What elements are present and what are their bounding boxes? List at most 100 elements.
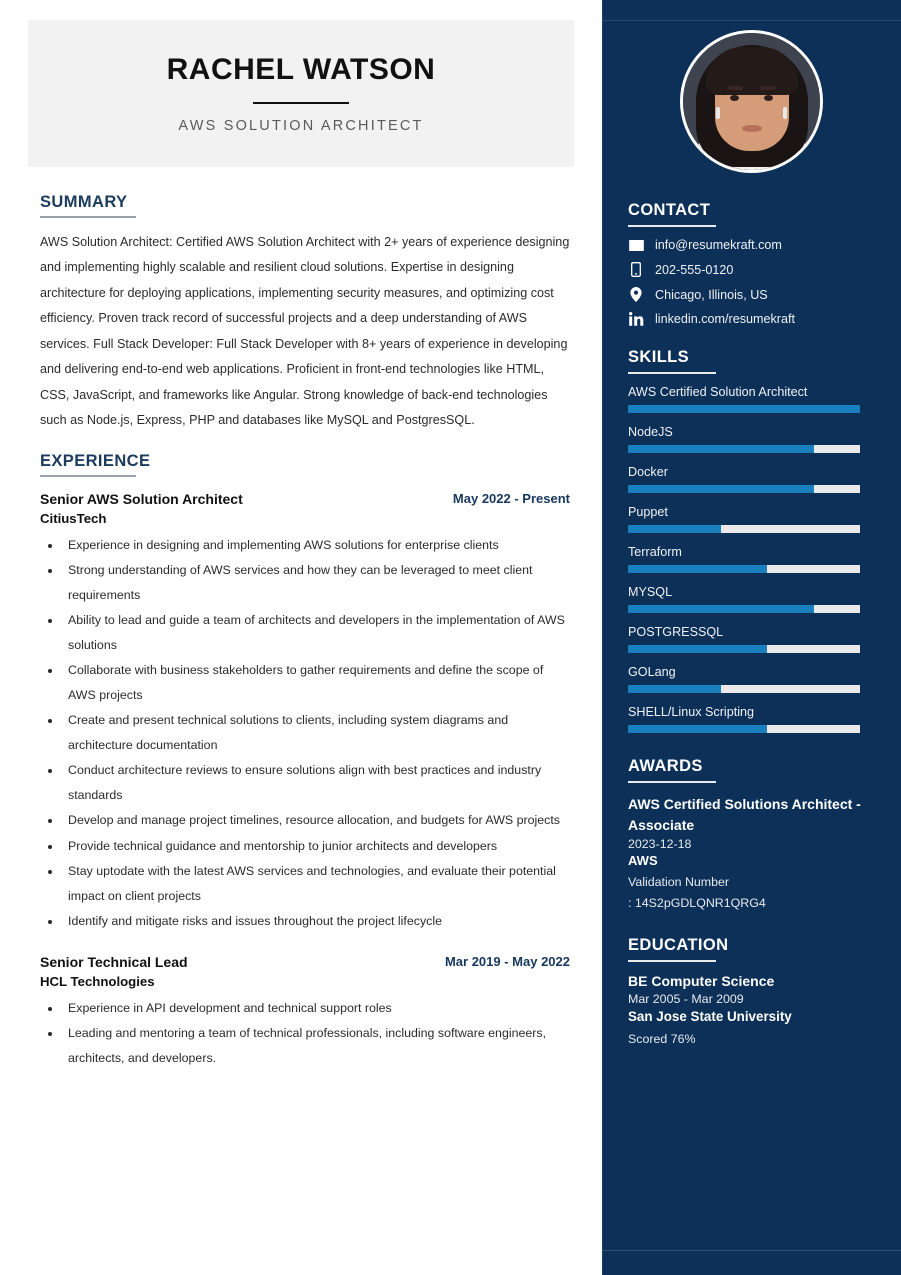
experience-bullets: Experience in designing and implementing…: [62, 533, 570, 934]
skill-item: Docker: [628, 465, 875, 493]
skill-item: SHELL/Linux Scripting: [628, 705, 875, 733]
skill-level-bar: [628, 565, 860, 573]
contact-item[interactable]: 202-555-0120: [628, 262, 875, 277]
skills-heading: SKILLS: [628, 348, 690, 366]
skill-level-fill: [628, 405, 860, 413]
contact-item[interactable]: info@resumekraft.com: [628, 238, 875, 252]
skill-level-fill: [628, 565, 768, 573]
skill-level-fill: [628, 645, 768, 653]
skills-section: SKILLS AWS Certified Solution Architect N…: [628, 348, 875, 733]
award-date: 2023-12-18: [628, 837, 692, 852]
skill-item: POSTGRESSQL: [628, 625, 875, 653]
experience-item-titles: Senior Technical Lead HCL Technologies: [40, 952, 188, 991]
experience-company: CitiusTech: [40, 510, 107, 526]
sidebar-left-edge-line: [602, 0, 603, 1275]
summary-text: AWS Solution Architect: Certified AWS So…: [40, 235, 570, 428]
education-degree: BE Computer Science: [628, 973, 775, 990]
skills-heading-underline: [628, 372, 716, 374]
contact-heading-underline: [628, 225, 716, 227]
awards-heading: AWARDS: [628, 757, 703, 775]
skill-name: POSTGRESSQL: [628, 625, 724, 639]
skill-item: MYSQL: [628, 585, 875, 613]
skill-name: SHELL/Linux Scripting: [628, 705, 755, 719]
skill-level-bar: [628, 405, 860, 413]
name-divider: [253, 102, 349, 104]
summary-section: SUMMARY AWS Solution Architect: Certifie…: [40, 193, 570, 434]
avatar: [680, 30, 823, 173]
contact-heading: CONTACT: [628, 201, 711, 219]
contact-value: linkedin.com/resumekraft: [655, 312, 795, 326]
contact-item[interactable]: linkedin.com/resumekraft: [628, 312, 875, 326]
experience-bullet: Conduct architecture reviews to ensure s…: [62, 758, 570, 808]
experience-heading-underline: [40, 474, 136, 477]
sidebar-content: CONTACT info@resumekraft.com 202-555-0120…: [602, 201, 901, 1046]
skill-level-bar: [628, 485, 860, 493]
sidebar-bottom-divider: [602, 1250, 901, 1251]
award-validation-label: Validation Number: [628, 875, 730, 890]
experience-item: Senior AWS Solution Architect CitiusTech M…: [40, 489, 570, 934]
skill-name: GOLang: [628, 665, 676, 679]
contact-section: CONTACT info@resumekraft.com 202-555-0120…: [628, 201, 875, 326]
experience-bullet: Provide technical guidance and mentorshi…: [62, 834, 570, 859]
education-heading: EDUCATION: [628, 936, 729, 955]
experience-heading: EXPERIENCE: [40, 451, 151, 470]
profile-photo-wrapper: [602, 0, 901, 173]
contact-value: info@resumekraft.com: [655, 238, 782, 252]
experience-bullet: Experience in API development and techni…: [62, 996, 570, 1021]
skill-item: AWS Certified Solution Architect: [628, 385, 875, 413]
main-content: SUMMARY AWS Solution Architect: Certifie…: [0, 167, 602, 1071]
experience-list: Senior AWS Solution Architect CitiusTech M…: [40, 489, 570, 1072]
skill-level-fill: [628, 725, 768, 733]
education-score: Scored 76%: [628, 1032, 696, 1047]
skill-name: MYSQL: [628, 585, 673, 599]
experience-bullet: Experience in designing and implementing…: [62, 533, 570, 558]
contact-item[interactable]: Chicago, Illinois, US: [628, 287, 875, 302]
skill-level-bar: [628, 645, 860, 653]
contact-value: 202-555-0120: [655, 262, 734, 277]
experience-bullet: Stay uptodate with the latest AWS servic…: [62, 859, 570, 909]
skill-level-bar: [628, 725, 860, 733]
experience-dates: Mar 2019 - May 2022: [444, 953, 570, 969]
experience-bullet: Leading and mentoring a team of technica…: [62, 1021, 570, 1071]
awards-heading-underline: [628, 781, 716, 783]
experience-role: Senior AWS Solution Architect: [40, 490, 243, 507]
mobile-phone-icon: [628, 262, 644, 277]
sidebar-top-divider: [602, 20, 901, 21]
skill-level-fill: [628, 445, 814, 453]
skill-name: Puppet: [628, 505, 668, 519]
skill-name: AWS Certified Solution Architect: [628, 385, 808, 399]
skill-name: NodeJS: [628, 425, 673, 439]
summary-heading-underline: [40, 216, 136, 218]
experience-item-titles: Senior AWS Solution Architect CitiusTech: [40, 489, 243, 528]
experience-bullets: Experience in API development and techni…: [62, 996, 570, 1071]
experience-item-header: Senior AWS Solution Architect CitiusTech M…: [40, 489, 570, 528]
award-title: AWS Certified Solutions Architect - Asso…: [628, 796, 861, 833]
skill-item: GOLang: [628, 665, 875, 693]
experience-bullet: Develop and manage project timelines, re…: [62, 808, 570, 833]
experience-bullet: Collaborate with business stakeholders t…: [62, 658, 570, 708]
page-title: RACHEL WATSON: [166, 53, 436, 86]
awards-section: AWARDS AWS Certified Solutions Architect…: [628, 757, 875, 910]
experience-item-header: Senior Technical Lead HCL Technologies Mar…: [40, 952, 570, 991]
resume-page: RACHEL WATSON AWS SOLUTION ARCHITECT SUM…: [0, 0, 901, 1275]
main-column: RACHEL WATSON AWS SOLUTION ARCHITECT SUM…: [0, 0, 602, 1275]
experience-section: EXPERIENCE Senior AWS Solution Architect…: [40, 452, 570, 1072]
skill-name: Terraform: [628, 545, 682, 559]
linkedin-icon: [628, 312, 644, 326]
contact-value: Chicago, Illinois, US: [655, 287, 768, 302]
skill-level-bar: [628, 685, 860, 693]
education-section: EDUCATION BE Computer Science Mar 2005 -…: [628, 936, 875, 1046]
education-school: San Jose State University: [628, 1009, 792, 1025]
experience-company: HCL Technologies: [40, 973, 155, 989]
sidebar: CONTACT info@resumekraft.com 202-555-0120…: [602, 0, 901, 1275]
skill-level-bar: [628, 605, 860, 613]
experience-bullet: Strong understanding of AWS services and…: [62, 558, 570, 608]
education-heading-underline: [628, 960, 716, 963]
experience-dates: May 2022 - Present: [452, 490, 570, 506]
experience-bullet: Identify and mitigate risks and issues t…: [62, 909, 570, 934]
experience-bullet: Ability to lead and guide a team of arch…: [62, 608, 570, 658]
job-title: AWS SOLUTION ARCHITECT: [178, 118, 424, 134]
skill-level-fill: [628, 605, 814, 613]
name-banner: RACHEL WATSON AWS SOLUTION ARCHITECT: [28, 20, 574, 167]
contact-list: info@resumekraft.com 202-555-0120 Chicago,…: [628, 238, 875, 326]
